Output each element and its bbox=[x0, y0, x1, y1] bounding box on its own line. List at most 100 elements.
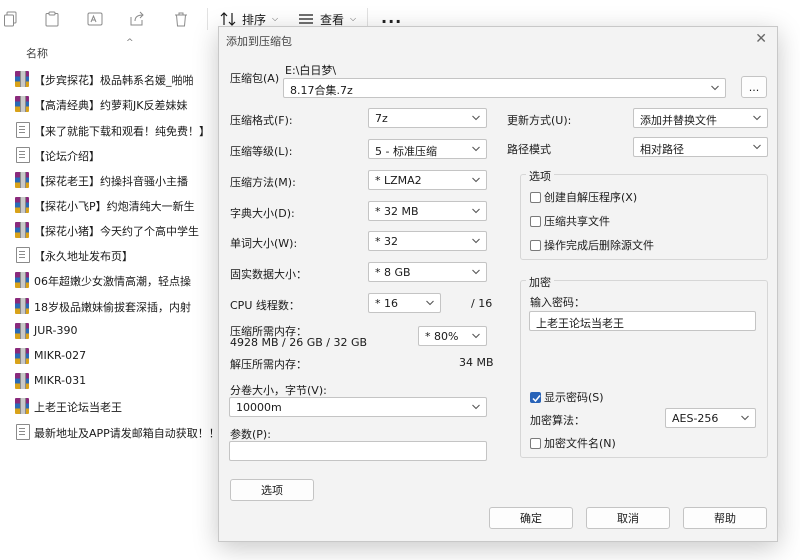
ok-button[interactable]: 确定 bbox=[489, 507, 573, 529]
text-file-icon bbox=[16, 247, 30, 263]
file-name: 【论坛介绍】 bbox=[34, 150, 100, 163]
paste-icon[interactable] bbox=[43, 10, 61, 28]
solid-block-combo[interactable]: * 8 GB bbox=[368, 262, 487, 282]
file-item[interactable]: 【高清经典】约萝莉JK反差妹妹 bbox=[0, 93, 230, 115]
memory-usage-combo[interactable]: * 80% bbox=[418, 326, 487, 346]
archive-file-icon bbox=[15, 373, 29, 389]
method-combo[interactable]: * LZMA2 bbox=[368, 170, 487, 190]
format-value: 7z bbox=[375, 112, 388, 125]
chevron-down-icon bbox=[472, 177, 480, 183]
help-button[interactable]: 帮助 bbox=[683, 507, 767, 529]
file-item[interactable]: 最新地址及APP请发邮箱自动获取！！ bbox=[0, 421, 230, 443]
cpu-threads-total: / 16 bbox=[471, 297, 493, 310]
update-mode-label: 更新方式(U): bbox=[507, 114, 572, 127]
file-name: 【探花小飞P】约炮清纯大一新生 bbox=[34, 200, 195, 213]
show-password-checkbox[interactable]: 显示密码(S) bbox=[530, 389, 604, 405]
cancel-button[interactable]: 取消 bbox=[586, 507, 670, 529]
browse-button[interactable]: ... bbox=[741, 76, 767, 98]
encryption-method-label: 加密算法： bbox=[530, 414, 585, 427]
chevron-down-icon: ⌵ bbox=[272, 14, 279, 23]
file-name: 【探花小猪】今天约了个高中学生 bbox=[34, 225, 199, 238]
file-item[interactable]: 18岁极品嫩妹偷拔套深插，内射 bbox=[0, 295, 230, 317]
file-item[interactable]: JUR-390 bbox=[0, 320, 230, 342]
chevron-down-icon bbox=[472, 208, 480, 214]
parameters-input[interactable] bbox=[229, 441, 487, 461]
chevron-down-icon bbox=[472, 238, 480, 244]
file-name: 【探花老王】约操抖音骚小主播 bbox=[34, 175, 188, 188]
file-item[interactable]: 【步宾探花】极品韩系名媛_啪啪 bbox=[0, 68, 230, 90]
volume-size-combo[interactable]: 10000m bbox=[229, 397, 487, 417]
options-group-title: 选项 bbox=[526, 168, 554, 184]
cpu-threads-combo[interactable]: * 16 bbox=[368, 293, 441, 313]
checkbox-box bbox=[530, 215, 541, 227]
file-item[interactable]: 【探花小猪】今天约了个高中学生 bbox=[0, 219, 230, 241]
close-icon[interactable]: ✕ bbox=[755, 31, 767, 47]
dialog-title: 添加到压缩包 bbox=[226, 35, 292, 48]
dictionary-combo[interactable]: * 32 MB bbox=[368, 201, 487, 221]
file-item[interactable]: 【来了就能下载和观看！纯免费！】 bbox=[0, 119, 230, 141]
chevron-down-icon: ⌵ bbox=[350, 14, 357, 23]
chevron-down-icon bbox=[753, 115, 761, 121]
create-sfx-checkbox[interactable]: 创建自解压程序(X) bbox=[530, 189, 637, 205]
archive-file-icon bbox=[15, 348, 29, 364]
archive-label: 压缩包(A) bbox=[230, 72, 280, 85]
sort-icon bbox=[220, 12, 236, 26]
file-name: 06年超嫩少女激情高潮，轻点操 bbox=[34, 275, 191, 288]
chevron-down-icon bbox=[472, 115, 480, 121]
column-name[interactable]: 名称 bbox=[26, 45, 48, 61]
chevron-down-icon bbox=[711, 85, 719, 91]
encryption-method-value: AES-256 bbox=[672, 412, 719, 425]
file-item[interactable]: 06年超嫩少女激情高潮，轻点操 bbox=[0, 269, 230, 291]
toolbar-divider bbox=[207, 8, 208, 30]
cpu-threads-label: CPU 线程数： bbox=[230, 299, 300, 312]
add-to-archive-dialog: 添加到压缩包 ✕ 压缩包(A) E:\白日梦\ 8.17合集.7z ... 压缩… bbox=[218, 26, 778, 542]
archive-file-icon bbox=[15, 172, 29, 188]
decompress-memory-value: 34 MB bbox=[459, 356, 494, 369]
level-combo[interactable]: 5 - 标准压缩 bbox=[368, 139, 487, 159]
encrypt-filenames-checkbox[interactable]: 加密文件名(N) bbox=[530, 435, 616, 451]
file-item[interactable]: 【永久地址发布页】 bbox=[0, 244, 230, 266]
solid-block-label: 固实数据大小： bbox=[230, 268, 307, 281]
volume-size-label: 分卷大小，字节(V): bbox=[230, 384, 327, 397]
file-item[interactable]: 【论坛介绍】 bbox=[0, 144, 230, 166]
archive-file-icon bbox=[15, 272, 29, 288]
rename-icon[interactable] bbox=[86, 10, 104, 28]
more-options-button[interactable]: ... bbox=[381, 8, 402, 27]
password-input[interactable]: 上老王论坛当老王 bbox=[529, 311, 756, 331]
sort-label: 排序 bbox=[242, 12, 267, 27]
file-item[interactable]: 【探花老王】约操抖音骚小主播 bbox=[0, 169, 230, 191]
format-combo[interactable]: 7z bbox=[368, 108, 487, 128]
file-item[interactable]: MIKR-027 bbox=[0, 345, 230, 367]
file-item[interactable]: MIKR-031 bbox=[0, 370, 230, 392]
archive-name-combo[interactable]: 8.17合集.7z bbox=[283, 78, 726, 98]
encryption-method-combo[interactable]: AES-256 bbox=[665, 408, 756, 428]
path-mode-combo[interactable]: 相对路径 bbox=[633, 137, 768, 157]
file-item[interactable]: 【探花小飞P】约炮清纯大一新生 bbox=[0, 194, 230, 216]
copy-icon[interactable] bbox=[2, 10, 20, 28]
file-item[interactable]: 上老王论坛当老王 bbox=[0, 395, 230, 417]
chevron-down-icon bbox=[426, 300, 434, 306]
delete-after-checkbox[interactable]: 操作完成后删除源文件 bbox=[530, 237, 654, 253]
update-mode-combo[interactable]: 添加并替换文件 bbox=[633, 108, 768, 128]
create-sfx-label: 创建自解压程序(X) bbox=[544, 191, 638, 204]
checkbox-box bbox=[530, 239, 541, 251]
archive-file-icon bbox=[15, 323, 29, 339]
encryption-group-title: 加密 bbox=[526, 274, 554, 290]
path-mode-label: 路径模式 bbox=[507, 143, 551, 156]
delete-icon[interactable] bbox=[172, 10, 190, 28]
text-file-icon bbox=[16, 122, 30, 138]
file-name: MIKR-027 bbox=[34, 349, 87, 362]
volume-size-value: 10000m bbox=[236, 401, 282, 414]
file-name: 上老王论坛当老王 bbox=[34, 401, 122, 414]
cpu-threads-value: * 16 bbox=[375, 297, 398, 310]
delete-after-label: 操作完成后删除源文件 bbox=[544, 239, 654, 252]
checkmark-icon bbox=[532, 394, 541, 402]
file-name: 【永久地址发布页】 bbox=[34, 250, 133, 263]
word-size-combo[interactable]: * 32 bbox=[368, 231, 487, 251]
solid-block-value: * 8 GB bbox=[375, 266, 411, 279]
options-button[interactable]: 选项 bbox=[230, 479, 314, 501]
compress-shared-checkbox[interactable]: 压缩共享文件 bbox=[530, 213, 610, 229]
password-label: 输入密码： bbox=[530, 296, 585, 309]
update-mode-value: 添加并替换文件 bbox=[640, 114, 717, 127]
share-icon[interactable] bbox=[128, 10, 146, 28]
